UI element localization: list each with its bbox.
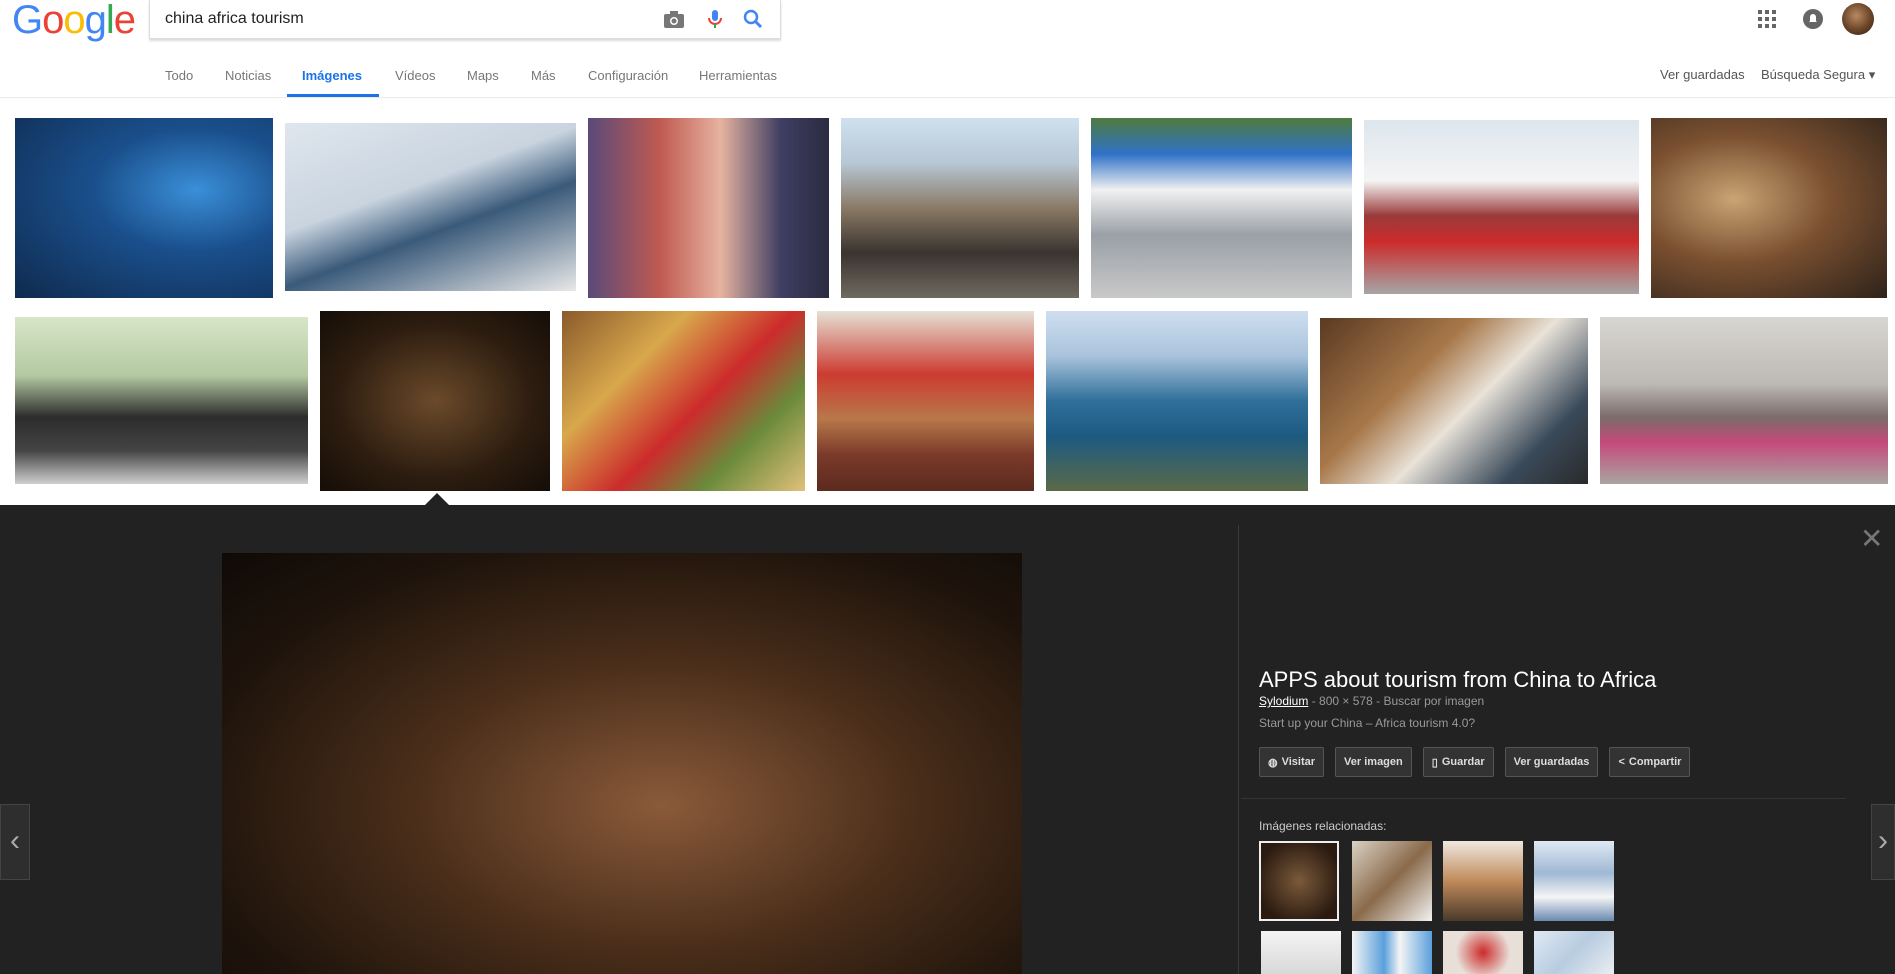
tab-configuracion[interactable]: Configuración (588, 68, 668, 83)
related-image[interactable] (1259, 841, 1339, 921)
preview-title[interactable]: APPS about tourism from China to Africa (1259, 667, 1656, 693)
image-result[interactable] (1320, 318, 1588, 484)
apps-grid-icon[interactable] (1758, 10, 1776, 28)
tab-todo[interactable]: Todo (165, 68, 193, 83)
camera-icon[interactable] (662, 8, 686, 30)
image-result[interactable] (588, 118, 829, 298)
preview-actions: ◍ Visitar Ver imagen ▯ Guardar Ver guardad… (1259, 747, 1691, 777)
panel-divider (1238, 525, 1239, 974)
next-image-button[interactable]: › (1871, 804, 1895, 880)
image-result[interactable] (562, 311, 805, 491)
active-tab-indicator (287, 94, 379, 97)
image-result-selected[interactable] (318, 309, 552, 493)
related-image[interactable] (1261, 931, 1341, 974)
image-result[interactable] (1091, 118, 1352, 298)
previous-image-button[interactable]: ‹ (0, 804, 30, 880)
tab-maps[interactable]: Maps (467, 68, 499, 83)
search-box[interactable]: china africa tourism (149, 0, 781, 39)
visit-button[interactable]: ◍ Visitar (1259, 747, 1325, 777)
tab-mas[interactable]: Más (531, 68, 556, 83)
globe-icon: ◍ (1268, 756, 1278, 769)
preview-description: Start up your China – Africa tourism 4.0… (1259, 716, 1476, 730)
tab-videos[interactable]: Vídeos (395, 68, 435, 83)
close-icon[interactable]: ✕ (1860, 525, 1883, 553)
tab-herramientas[interactable]: Herramientas (699, 68, 777, 83)
related-image[interactable] (1352, 841, 1432, 921)
view-saved-button[interactable]: Ver guardadas (1504, 747, 1599, 777)
related-image[interactable] (1352, 931, 1432, 974)
image-result[interactable] (1651, 118, 1887, 298)
search-icon[interactable] (741, 8, 765, 30)
source-link[interactable]: Sylodium (1259, 694, 1308, 708)
image-result[interactable] (841, 118, 1079, 298)
share-icon: < (1618, 756, 1625, 768)
view-image-button[interactable]: Ver imagen (1335, 747, 1412, 777)
preview-meta: Sylodium - 800 × 578 - Buscar por imagen (1259, 694, 1485, 708)
related-image[interactable] (1443, 841, 1523, 921)
microphone-icon[interactable] (703, 8, 727, 30)
image-result[interactable] (1046, 311, 1308, 491)
search-by-image-link[interactable]: Buscar por imagen (1383, 694, 1484, 708)
share-button[interactable]: < Compartir (1609, 747, 1691, 777)
image-result[interactable] (1364, 120, 1639, 294)
top-bar: Google china africa tourism (0, 0, 1895, 48)
related-image[interactable] (1534, 931, 1614, 974)
image-result[interactable] (817, 311, 1034, 491)
saved-link[interactable]: Ver guardadas (1660, 67, 1745, 82)
avatar[interactable] (1842, 3, 1874, 35)
tab-noticias[interactable]: Noticias (225, 68, 271, 83)
preview-image[interactable] (222, 553, 1022, 974)
image-result[interactable] (285, 123, 576, 291)
google-logo[interactable]: Google (12, 0, 136, 40)
safe-search-link[interactable]: Búsqueda Segura ▾ (1761, 67, 1875, 83)
save-button[interactable]: ▯ Guardar (1422, 747, 1494, 777)
bookmark-icon: ▯ (1431, 756, 1438, 769)
tab-imagenes[interactable]: Imágenes (302, 68, 362, 83)
related-image[interactable] (1443, 931, 1523, 974)
search-input[interactable]: china africa tourism (165, 10, 304, 28)
image-dimensions: 800 × 578 (1319, 694, 1373, 708)
image-result[interactable] (15, 118, 273, 298)
image-result[interactable] (15, 317, 308, 484)
image-result[interactable] (1600, 317, 1888, 484)
related-image[interactable] (1534, 841, 1614, 921)
selection-caret (425, 493, 449, 505)
related-images-label: Imágenes relacionadas: (1259, 819, 1387, 833)
panel-separator (1241, 798, 1846, 799)
notifications-icon[interactable] (1803, 9, 1823, 29)
search-tabs: Todo Noticias Imágenes Vídeos Maps Más C… (0, 48, 1895, 98)
